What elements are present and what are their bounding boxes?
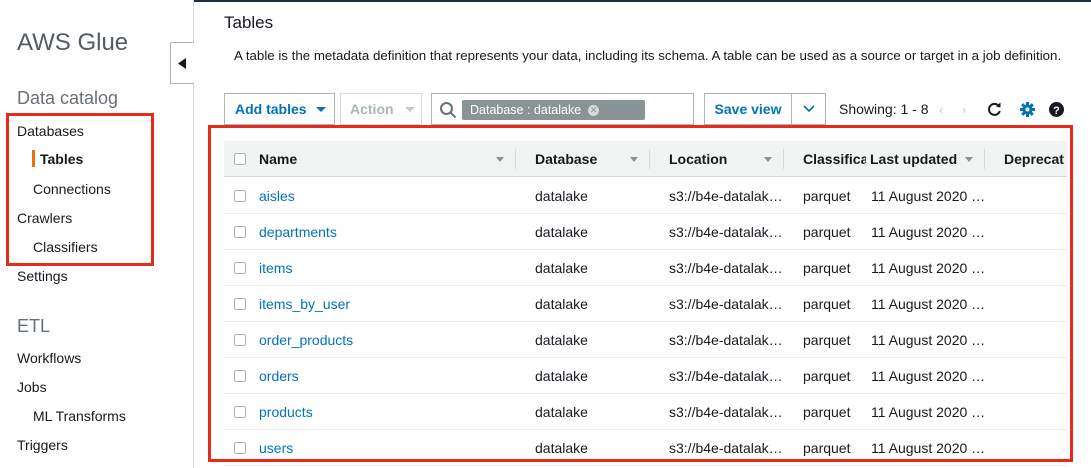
section-data-catalog: Data catalog (17, 88, 119, 108)
action-label: Action (350, 101, 394, 117)
save-view-dropdown-button[interactable] (791, 93, 826, 125)
search-icon (440, 102, 457, 119)
save-view-label: Save view (714, 101, 782, 117)
svg-text:?: ? (1053, 105, 1060, 117)
action-button[interactable]: Action (340, 93, 422, 125)
remove-token-icon[interactable]: ✕ (588, 104, 600, 116)
highlight-box-table (208, 125, 1073, 462)
caret-down-icon (315, 106, 326, 112)
section-etl: ETL (17, 316, 51, 336)
chevron-down-icon (802, 105, 815, 113)
add-tables-button[interactable]: Add tables (224, 93, 335, 125)
sidebar-collapse-button[interactable] (170, 42, 194, 84)
help-icon[interactable]: ? (1048, 101, 1065, 118)
page-title: Tables (224, 13, 274, 32)
pagination-summary: Showing: 1 - 8 (839, 101, 929, 117)
search-input[interactable]: Database : datalake ✕ (431, 93, 694, 125)
gear-icon[interactable] (1019, 101, 1036, 118)
save-view-button[interactable]: Save view (704, 93, 792, 125)
brand-title[interactable]: AWS Glue (17, 29, 128, 57)
refresh-icon[interactable] (986, 101, 1003, 118)
page-description: A table is the metadata definition that … (234, 48, 1062, 63)
sidebar-item-triggers[interactable]: Triggers (17, 437, 68, 453)
filter-token-label: Database : datalake (470, 103, 582, 117)
sidebar-item-ml-transforms[interactable]: ML Transforms (33, 408, 126, 424)
caret-left-icon (178, 57, 186, 69)
top-border (194, 0, 1091, 2)
prev-page-button[interactable]: ‹ (939, 102, 943, 117)
add-tables-label: Add tables (235, 101, 307, 117)
next-page-button[interactable]: › (962, 102, 966, 117)
sidebar-item-settings[interactable]: Settings (17, 268, 68, 284)
sidebar-item-workflows[interactable]: Workflows (17, 350, 81, 366)
highlight-box-sidebar (6, 113, 154, 266)
caret-down-icon (404, 106, 415, 112)
sidebar-item-jobs[interactable]: Jobs (17, 379, 47, 395)
filter-token[interactable]: Database : datalake ✕ (462, 100, 645, 120)
